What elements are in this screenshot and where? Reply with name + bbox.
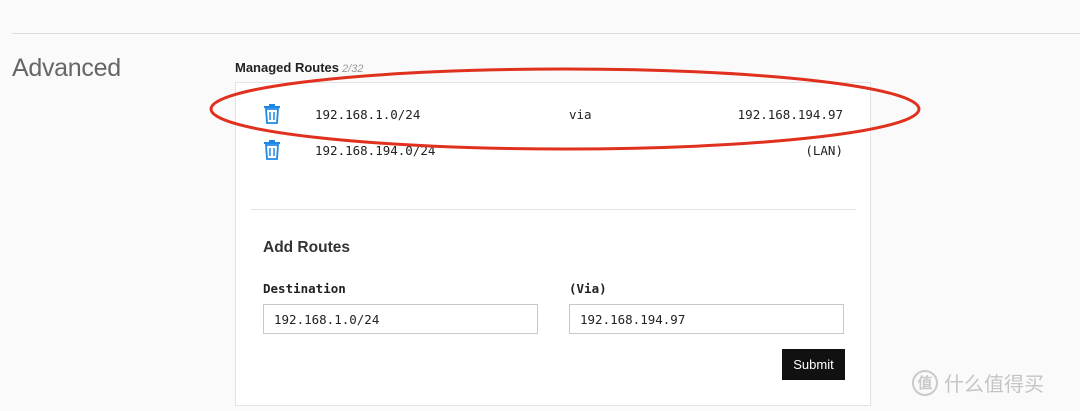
route-row: 192.168.1.0/24 via 192.168.194.97 [236,104,870,128]
route-destination: 192.168.194.0/24 [315,143,436,158]
card-divider [251,209,856,210]
via-input[interactable] [569,304,844,334]
destination-input[interactable] [263,304,538,334]
destination-label: Destination [263,281,346,296]
managed-routes-title: Managed Routes [235,60,340,75]
managed-routes-count: 2/32 [342,63,364,75]
route-target: 192.168.194.97 [737,107,843,122]
via-label: (Via) [569,281,607,296]
watermark: 值 什么值得买 [912,368,1044,397]
route-target: (LAN) [805,143,843,158]
route-destination: 192.168.1.0/24 [315,107,421,122]
managed-routes-header: Managed Routes 2/32 [235,60,363,75]
submit-button[interactable]: Submit [782,349,845,380]
top-divider [12,33,1080,34]
trash-icon[interactable] [264,140,280,160]
section-label: Advanced [12,54,121,82]
add-routes-title: Add Routes [263,239,350,256]
routes-card: 192.168.1.0/24 via 192.168.194.97 192.16… [235,82,871,406]
watermark-text: 什么值得买 [944,374,1044,396]
trash-icon[interactable] [264,104,280,124]
route-row: 192.168.194.0/24 (LAN) [236,140,870,164]
route-via-label: via [569,107,592,122]
watermark-badge: 值 [912,369,938,396]
